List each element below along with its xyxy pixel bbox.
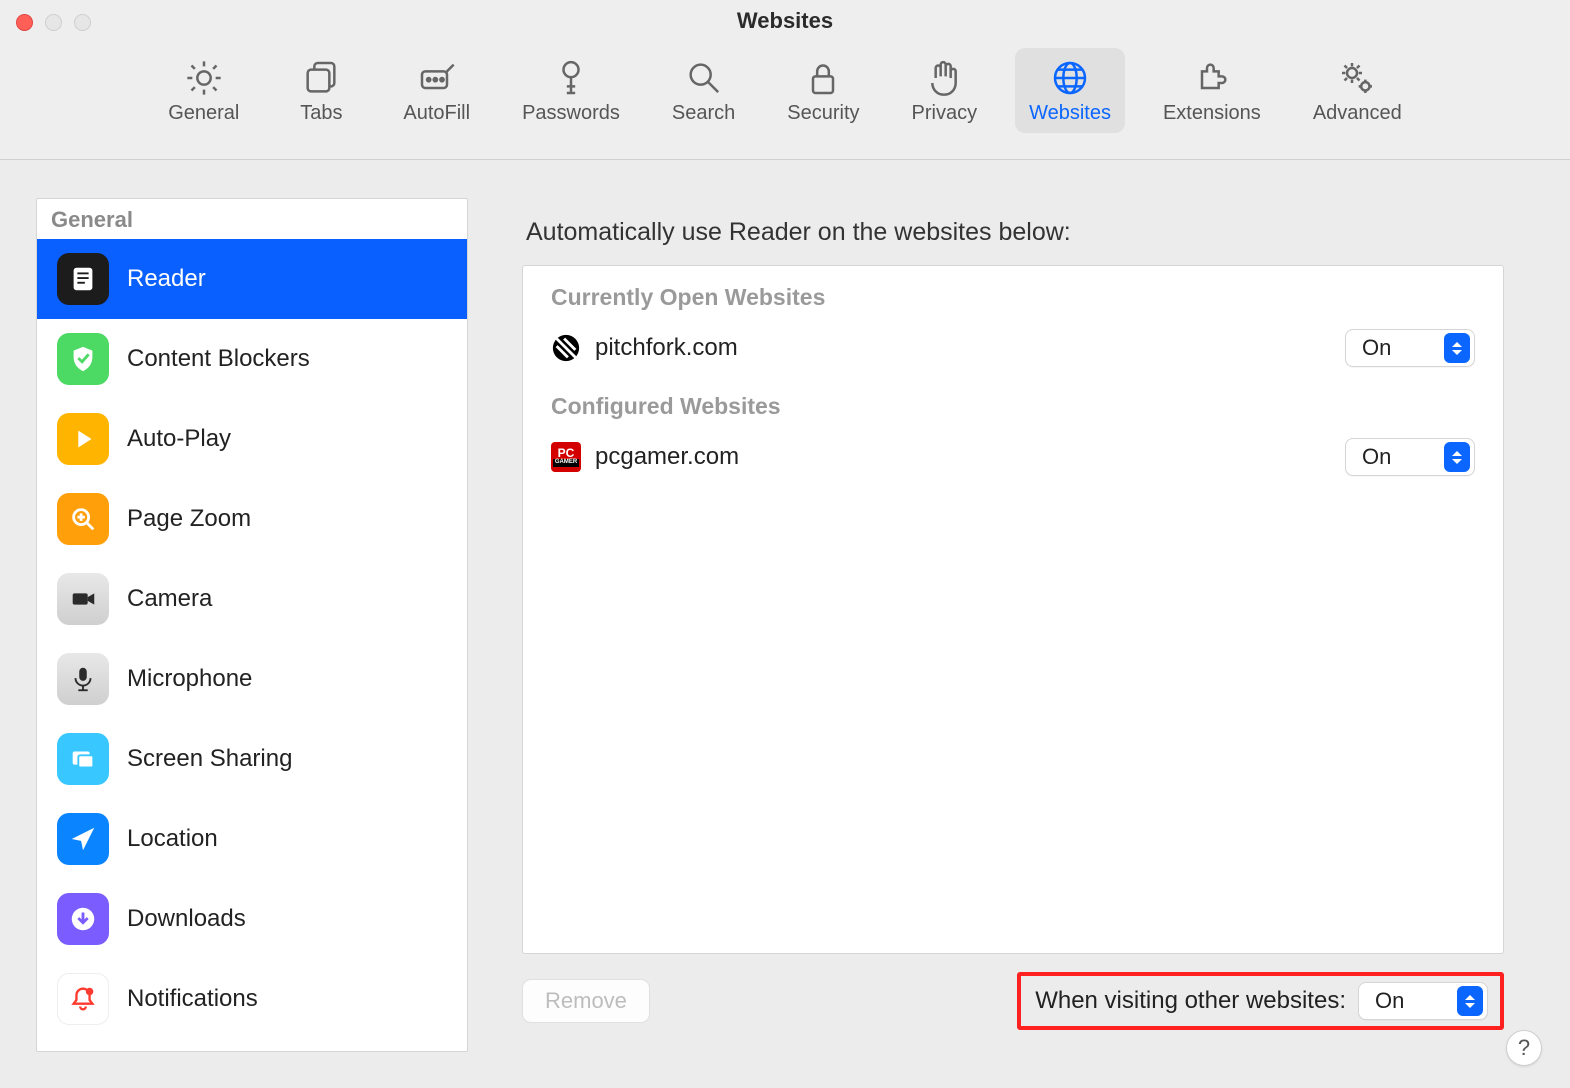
sidebar-item-downloads[interactable]: Downloads [37, 879, 467, 959]
camera-icon [57, 573, 109, 625]
sidebar-item-page-zoom[interactable]: Page Zoom [37, 479, 467, 559]
sidebar-item-label: Camera [127, 585, 212, 613]
dropdown-value: On [1362, 335, 1436, 361]
sidebar-item-label: Screen Sharing [127, 745, 292, 773]
pane-heading: Automatically use Reader on the websites… [526, 218, 1504, 247]
help-button[interactable]: ? [1506, 1030, 1542, 1066]
content-area: General Reader Content Blockers Auto-Pla… [0, 170, 1570, 1088]
detail-pane: Automatically use Reader on the websites… [492, 198, 1534, 1052]
table-row[interactable]: pitchfork.com On [523, 317, 1503, 379]
sidebar-item-location[interactable]: Location [37, 799, 467, 879]
section-configured-websites: Configured Websites [523, 379, 1503, 426]
site-domain: pitchfork.com [595, 334, 738, 362]
other-websites-highlight: When visiting other websites: On [1017, 972, 1504, 1030]
sidebar-item-auto-play[interactable]: Auto-Play [37, 399, 467, 479]
key-icon [551, 58, 591, 98]
sidebar-item-label: Microphone [127, 665, 252, 693]
search-icon [684, 58, 724, 98]
sidebar-item-label: Downloads [127, 905, 246, 933]
toolbar-extensions[interactable]: Extensions [1149, 48, 1275, 133]
bell-icon [57, 973, 109, 1025]
toolbar-label: Extensions [1163, 102, 1261, 125]
hand-icon [924, 58, 964, 98]
puzzle-icon [1192, 58, 1232, 98]
sidebar-item-content-blockers[interactable]: Content Blockers [37, 319, 467, 399]
play-icon [57, 413, 109, 465]
toolbar-label: General [168, 102, 239, 125]
lock-icon [803, 58, 843, 98]
preferences-toolbar: General Tabs AutoFill Passwords Search S… [0, 48, 1570, 133]
section-open-websites: Currently Open Websites [523, 270, 1503, 317]
toolbar-search[interactable]: Search [658, 48, 749, 133]
reader-toggle-dropdown[interactable]: On [1345, 438, 1475, 476]
toolbar-websites[interactable]: Websites [1015, 48, 1125, 133]
preferences-toolbar-region: Websites General Tabs AutoFill Passwords… [0, 0, 1570, 160]
remove-button[interactable]: Remove [522, 979, 650, 1023]
location-icon [57, 813, 109, 865]
toolbar-autofill[interactable]: AutoFill [389, 48, 484, 133]
chevron-up-down-icon [1444, 442, 1470, 472]
gear-icon [184, 58, 224, 98]
toolbar-privacy[interactable]: Privacy [898, 48, 992, 133]
zoom-icon [57, 493, 109, 545]
toolbar-label: Tabs [300, 102, 342, 125]
category-sidebar: General Reader Content Blockers Auto-Pla… [36, 198, 468, 1052]
shield-icon [57, 333, 109, 385]
toolbar-label: Security [787, 102, 859, 125]
reader-icon [57, 253, 109, 305]
gears-icon [1337, 58, 1377, 98]
toolbar-tabs[interactable]: Tabs [277, 48, 365, 133]
sidebar-item-label: Notifications [127, 985, 258, 1013]
sidebar-section-header: General [37, 199, 467, 239]
toolbar-label: AutoFill [403, 102, 470, 125]
toolbar-passwords[interactable]: Passwords [508, 48, 634, 133]
toolbar-label: Search [672, 102, 735, 125]
chevron-up-down-icon [1457, 986, 1483, 1016]
favicon-pitchfork [551, 333, 581, 363]
toolbar-general[interactable]: General [154, 48, 253, 133]
sidebar-item-label: Auto-Play [127, 425, 231, 453]
sidebar-item-camera[interactable]: Camera [37, 559, 467, 639]
globe-icon [1050, 58, 1090, 98]
sidebar-item-notifications[interactable]: Notifications [37, 959, 467, 1039]
sidebar-item-label: Content Blockers [127, 345, 310, 373]
toolbar-label: Passwords [522, 102, 620, 125]
toolbar-security[interactable]: Security [773, 48, 873, 133]
sidebar-list: Reader Content Blockers Auto-Play Page Z… [37, 239, 467, 1051]
screen-icon [57, 733, 109, 785]
toolbar-label: Advanced [1313, 102, 1402, 125]
autofill-icon [417, 58, 457, 98]
other-websites-label: When visiting other websites: [1035, 987, 1346, 1015]
other-websites-dropdown[interactable]: On [1358, 982, 1488, 1020]
sidebar-item-label: Reader [127, 265, 206, 293]
favicon-pcgamer: PC GAMER [551, 442, 581, 472]
websites-table: Currently Open Websites pitchfork.com On… [522, 265, 1504, 954]
sidebar-item-label: Location [127, 825, 218, 853]
toolbar-advanced[interactable]: Advanced [1299, 48, 1416, 133]
sidebar-item-microphone[interactable]: Microphone [37, 639, 467, 719]
pane-footer: Remove When visiting other websites: On [522, 972, 1504, 1030]
dropdown-value: On [1362, 444, 1436, 470]
reader-toggle-dropdown[interactable]: On [1345, 329, 1475, 367]
mic-icon [57, 653, 109, 705]
window-title: Websites [0, 8, 1570, 34]
sidebar-item-screen-sharing[interactable]: Screen Sharing [37, 719, 467, 799]
table-row[interactable]: PC GAMER pcgamer.com On [523, 426, 1503, 488]
dropdown-value: On [1375, 988, 1449, 1014]
toolbar-label: Privacy [912, 102, 978, 125]
sidebar-item-reader[interactable]: Reader [37, 239, 467, 319]
tabs-icon [301, 58, 341, 98]
site-domain: pcgamer.com [595, 443, 739, 471]
toolbar-label: Websites [1029, 102, 1111, 125]
chevron-up-down-icon [1444, 333, 1470, 363]
sidebar-item-label: Page Zoom [127, 505, 251, 533]
help-icon: ? [1518, 1035, 1530, 1061]
download-icon [57, 893, 109, 945]
